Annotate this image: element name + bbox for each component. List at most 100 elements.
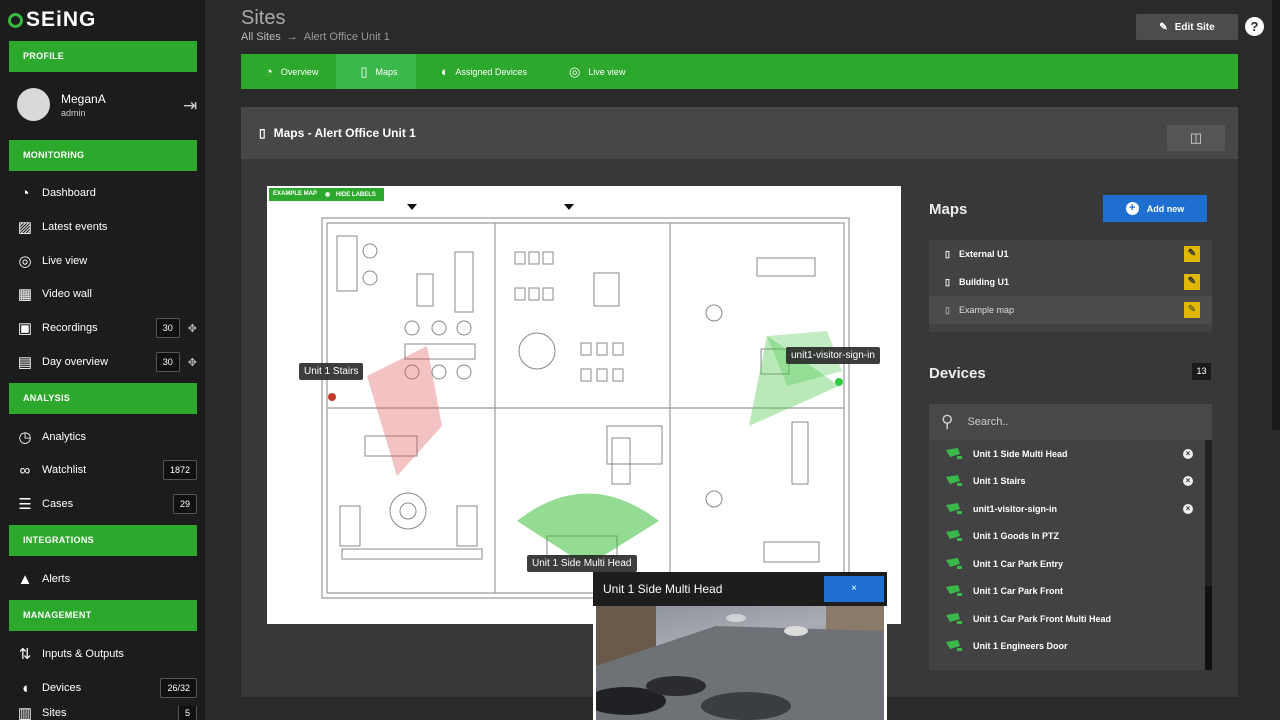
device-item[interactable]: Unit 1 Car Park Front Multi Head <box>929 605 1205 633</box>
devices-scrollbar[interactable] <box>1205 440 1212 670</box>
sidebar: SEiNG PROFILE MeganA admin ⇥ MONITORING … <box>0 0 205 720</box>
nav-dashboard[interactable]: ◔ Dashboard <box>15 179 197 207</box>
nav-live-view[interactable]: ◎ Live view <box>15 247 197 275</box>
nav-devices[interactable]: ◖ Devices 26/32 <box>15 674 197 702</box>
device-item[interactable]: Unit 1 Goods In PTZ <box>929 523 1205 551</box>
live-view-icon: ◎ <box>568 63 581 79</box>
breadcrumb-current: Alert Office Unit 1 <box>303 31 390 43</box>
sites-count: 5 <box>177 706 197 720</box>
camera-icon <box>946 530 962 542</box>
video-wall-icon: ▦ <box>17 286 33 303</box>
camera-marker-stairs[interactable] <box>328 393 336 401</box>
help-icon[interactable]: ? <box>1245 17 1264 36</box>
edit-site-button[interactable]: ✎ Edit Site <box>1136 14 1238 40</box>
logout-icon[interactable]: ⇥ <box>183 96 197 116</box>
tab-live-view[interactable]: ◎ Live view <box>545 54 643 89</box>
device-search[interactable]: ⚲ Search.. <box>929 404 1212 440</box>
camera-icon <box>946 585 962 597</box>
nav-day-overview[interactable]: ▤ Day overview 30 ✥ <box>15 348 197 376</box>
nav-alerts[interactable]: ▲ Alerts <box>15 565 197 593</box>
nav-analytics[interactable]: ◷ Analytics <box>15 423 197 451</box>
device-item[interactable]: Unit 1 Side Multi Head × <box>929 440 1205 468</box>
live-view-icon: ◎ <box>18 253 32 270</box>
camera-icon <box>946 447 962 459</box>
map-tags: EXAMPLE MAP ◉ HIDE LABELS <box>269 188 384 201</box>
map-icon: ▯ <box>360 63 368 79</box>
user-name: MeganA <box>61 91 106 106</box>
edit-map-icon[interactable]: ✎ <box>1184 274 1200 290</box>
nav-recordings[interactable]: ▣ Recordings 30 ✥ <box>15 314 197 342</box>
edit-map-icon[interactable]: ✎ <box>1184 246 1200 262</box>
brand-logo[interactable]: SEiNG <box>8 8 96 32</box>
section-integrations: INTEGRATIONS <box>9 525 197 556</box>
map-label-multihead[interactable]: Unit 1 Side Multi Head <box>527 555 637 572</box>
add-new-map-button[interactable]: + Add new <box>1103 195 1207 222</box>
device-item[interactable]: Unit 1 Car Park Entry <box>929 550 1205 578</box>
device-item[interactable]: unit1-visitor-sign-in × <box>929 495 1205 523</box>
camera-icon <box>946 612 962 624</box>
user-role: admin <box>61 107 86 118</box>
nav-video-wall[interactable]: ▦ Video wall <box>15 280 197 308</box>
glasses-icon: ∞ <box>19 461 31 479</box>
maps-heading: Maps <box>929 201 968 218</box>
devices-count: 26/32 <box>160 678 197 698</box>
image-icon: ▨ <box>17 219 33 236</box>
camera-icon <box>946 502 962 514</box>
panel-header: ▯ Maps - Alert Office Unit 1 <box>241 107 1238 159</box>
map-icon: ▯ <box>259 126 266 140</box>
camera-icon <box>946 475 962 487</box>
sidebar-toggle-icon: ◫ <box>1189 130 1203 145</box>
nav-latest-events[interactable]: ▨ Latest events <box>15 213 197 241</box>
camera-marker-visitor[interactable] <box>835 378 843 386</box>
example-map-tag: EXAMPLE MAP <box>269 188 322 201</box>
nav-inputs-outputs[interactable]: ⇅ Inputs & Outputs <box>15 640 197 668</box>
camera-video-feed[interactable] <box>596 606 884 720</box>
remove-device-icon[interactable]: × <box>1183 448 1193 459</box>
remove-device-icon[interactable]: × <box>1183 476 1193 487</box>
map-item[interactable]: ▯ Building U1 ✎ <box>929 268 1212 296</box>
list-check-icon: ☰ <box>18 496 32 513</box>
plus-icon: + <box>1125 202 1139 215</box>
map-item[interactable]: ▯ Example map ✎ <box>929 296 1212 324</box>
page-title: Sites <box>241 7 286 29</box>
map-icon: ▯ <box>945 304 950 315</box>
arrow-right-icon: → <box>286 31 298 43</box>
nav-cases[interactable]: ☰ Cases 29 <box>15 490 197 518</box>
tab-assigned-devices[interactable]: ◖ Assigned Devices <box>416 54 545 89</box>
breadcrumb-root[interactable]: All Sites <box>241 31 281 43</box>
breadcrumb: All Sites → Alert Office Unit 1 <box>241 31 390 43</box>
section-profile: PROFILE <box>9 41 197 72</box>
nav-watchlist[interactable]: ∞ Watchlist 1872 <box>15 456 197 484</box>
map-item[interactable]: ▯ External U1 ✎ <box>929 240 1212 268</box>
devices-heading: Devices <box>929 365 986 382</box>
film-icon: ▣ <box>17 320 33 337</box>
remove-device-icon[interactable]: × <box>1183 503 1193 514</box>
map-label-visitor[interactable]: unit1-visitor-sign-in <box>786 347 880 364</box>
map-label-stairs[interactable]: Unit 1 Stairs <box>299 363 364 380</box>
gauge-icon: ◔ <box>265 64 273 79</box>
camera-popup: Unit 1 Side Multi Head × <box>593 572 887 720</box>
move-icon[interactable]: ✥ <box>188 356 197 369</box>
devices-count-badge: 13 <box>1192 363 1211 380</box>
nav-sites[interactable]: ▥ Sites 5 <box>15 706 197 720</box>
device-item[interactable]: Unit 1 Car Park Front <box>929 578 1205 606</box>
toggle-sidebar-button[interactable]: ◫ <box>1167 125 1225 151</box>
edit-map-icon[interactable]: ✎ <box>1184 302 1200 318</box>
avatar <box>17 88 50 121</box>
search-input[interactable]: Search.. <box>967 416 1008 428</box>
page-scrollbar[interactable] <box>1272 0 1280 430</box>
user-profile[interactable]: MeganA admin <box>17 88 106 121</box>
device-item[interactable]: Unit 1 Stairs × <box>929 468 1205 496</box>
arrows-updown-icon: ⇅ <box>18 646 32 663</box>
tab-overview[interactable]: ◔ Overview <box>241 54 336 89</box>
move-icon[interactable]: ✥ <box>188 322 197 335</box>
device-item[interactable]: Unit 1 Engineers Door <box>929 633 1205 661</box>
floor-plan-map[interactable]: EXAMPLE MAP ◉ HIDE LABELS Unit 1 Stairs … <box>267 186 901 624</box>
tab-maps[interactable]: ▯ Maps <box>336 54 416 89</box>
section-monitoring: MONITORING <box>9 140 197 171</box>
scrollbar-thumb[interactable] <box>1205 586 1212 670</box>
maps-list: ▯ External U1 ✎ ▯ Building U1 ✎ ▯ Example map… <box>929 240 1212 332</box>
popup-close-button[interactable]: × <box>824 576 884 602</box>
hide-labels-toggle[interactable]: ◉ HIDE LABELS <box>321 188 384 201</box>
search-icon: ⚲ <box>941 412 954 431</box>
